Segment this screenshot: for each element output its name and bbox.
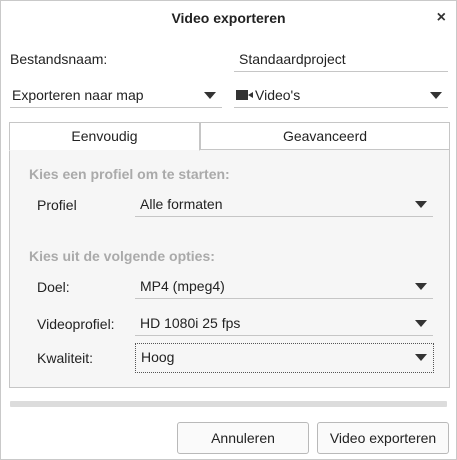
profile-label: Profiel bbox=[37, 197, 77, 213]
quality-label: Kwaliteit: bbox=[37, 350, 94, 366]
quality-value: Hoog bbox=[141, 349, 175, 365]
file-type-select[interactable]: Video's bbox=[234, 85, 448, 108]
tab-geavanceerd[interactable]: Geavanceerd bbox=[200, 122, 450, 151]
video-camera-icon bbox=[236, 90, 248, 100]
filename-input[interactable]: Standaardproject bbox=[234, 49, 448, 72]
videoprofile-select[interactable]: HD 1080i 25 fps bbox=[135, 313, 433, 336]
title-bar: Video exporteren × bbox=[1, 1, 456, 37]
profile-value: Alle formaten bbox=[140, 196, 223, 212]
export-video-button[interactable]: Video exporteren bbox=[317, 422, 449, 454]
file-type-value: Video's bbox=[255, 87, 301, 103]
videoprofile-value: HD 1080i 25 fps bbox=[140, 315, 241, 331]
videoprofile-label: Videoprofiel: bbox=[37, 316, 115, 332]
filename-label: Bestandsnaam: bbox=[10, 51, 108, 67]
export-target-select[interactable]: Exporteren naar map bbox=[10, 85, 222, 108]
chevron-down-icon bbox=[415, 354, 427, 361]
chevron-down-icon bbox=[415, 283, 427, 290]
dialog-title: Video exporteren bbox=[171, 10, 286, 26]
tab-eenvoudig[interactable]: Eenvoudig bbox=[9, 122, 200, 151]
profile-heading: Kies een profiel om te starten: bbox=[29, 166, 230, 182]
chevron-down-icon bbox=[430, 92, 442, 99]
export-target-value: Exporteren naar map bbox=[12, 87, 144, 103]
export-dialog: Video exporteren × Bestandsnaam: Standaa… bbox=[0, 0, 457, 460]
chevron-down-icon bbox=[204, 92, 216, 99]
close-icon[interactable]: × bbox=[437, 9, 446, 27]
tab-panel-eenvoudig: Kies een profiel om te starten: Profiel … bbox=[9, 149, 450, 388]
export-progress-bar bbox=[10, 401, 447, 407]
chevron-down-icon bbox=[415, 320, 427, 327]
target-value: MP4 (mpeg4) bbox=[140, 278, 225, 294]
cancel-button[interactable]: Annuleren bbox=[177, 422, 309, 454]
profile-select[interactable]: Alle formaten bbox=[135, 194, 433, 217]
options-heading: Kies uit de volgende opties: bbox=[29, 248, 215, 264]
chevron-down-icon bbox=[415, 201, 427, 208]
target-select[interactable]: MP4 (mpeg4) bbox=[135, 276, 433, 299]
filename-value: Standaardproject bbox=[239, 51, 346, 67]
quality-select[interactable]: Hoog bbox=[135, 343, 434, 373]
video-camera-lens bbox=[248, 92, 253, 98]
target-label: Doel: bbox=[37, 279, 70, 295]
